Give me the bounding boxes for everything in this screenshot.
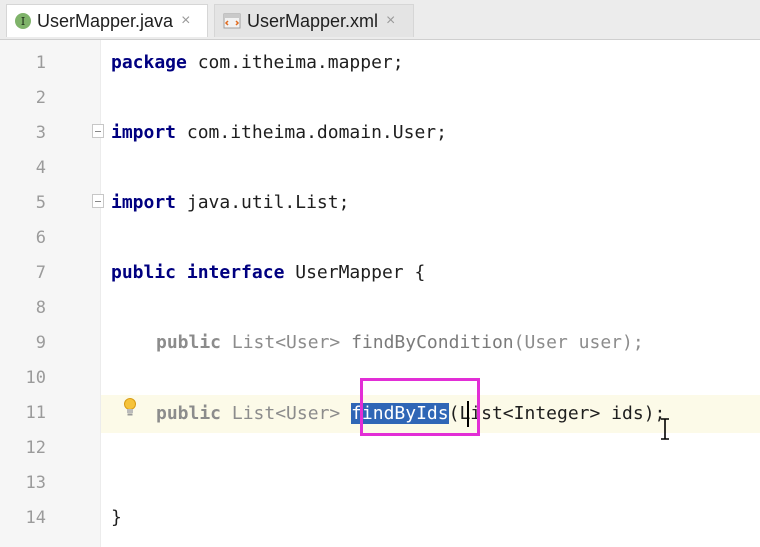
xml-file-icon [223,13,241,29]
line-number-gutter [0,40,100,547]
line-number: 7 [35,263,46,283]
tab-label: UserMapper.java [37,10,174,31]
fold-icon[interactable] [92,194,104,208]
editor-tab-bar: I UserMapper.java × UserMapper.xml × [0,0,760,40]
line-number: 13 [25,473,46,493]
line-number: 1 [35,53,46,73]
line-number: 10 [25,368,46,388]
tab-label: UserMapper.xml [247,10,379,31]
code-line-5[interactable]: import java.util.List; [111,192,349,213]
ibeam-cursor-icon [660,418,670,440]
text-caret [467,401,469,427]
line-number: 4 [35,158,46,178]
line-number: 2 [35,88,46,108]
tab-usermapper-xml[interactable]: UserMapper.xml × [214,4,414,37]
annotation-highlight-box [360,378,480,436]
line-number: 3 [35,123,46,143]
gutter-separator [100,40,101,547]
line-number: 5 [35,193,46,213]
code-line-3[interactable]: import com.itheima.domain.User; [111,122,447,143]
line-number: 9 [35,333,46,353]
fold-icon[interactable] [92,124,104,138]
java-interface-icon: I [15,13,31,29]
code-line-1[interactable]: package com.itheima.mapper; [111,52,404,73]
line-number: 6 [35,228,46,248]
line-number: 11 [25,403,46,423]
line-number: 8 [35,298,46,318]
lightbulb-icon[interactable] [122,397,138,417]
code-line-9[interactable]: public List<User> findByCondition(User u… [156,332,644,353]
close-icon[interactable]: × [181,12,190,30]
code-line-14[interactable]: } [111,507,122,528]
tab-usermapper-java[interactable]: I UserMapper.java × [6,4,208,37]
code-line-7[interactable]: public interface UserMapper { [111,262,425,283]
line-number: 14 [25,508,46,528]
close-icon[interactable]: × [386,12,395,30]
line-number: 12 [25,438,46,458]
